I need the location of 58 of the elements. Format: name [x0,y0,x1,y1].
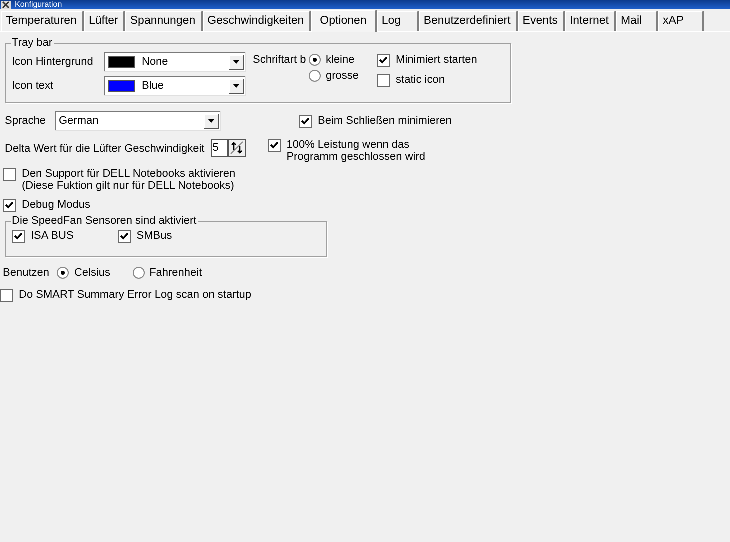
color-dropdown[interactable]: Blue [104,76,246,96]
radio-label: grosse [326,70,360,82]
tab[interactable]: Benutzerdefiniert [418,11,518,31]
radio-button[interactable] [309,70,321,82]
checkbox-label: Debug Modus [22,199,90,211]
dropdown-button[interactable] [204,114,219,128]
field-label: Icon text [12,80,55,92]
field-label: Sprache [5,115,47,127]
checkbox[interactable] [3,168,16,181]
language-dropdown[interactable]: German [55,111,221,131]
checkbox-label: SMBus [136,230,172,242]
radio-label: Celsius [74,267,111,279]
spin-button[interactable] [228,139,246,157]
checkbox-label: Minimiert starten [396,54,478,66]
checkbox[interactable] [377,54,390,67]
checkbox[interactable] [12,230,25,243]
color-dropdown[interactable]: None [104,52,246,72]
tab[interactable]: Temperaturen [1,11,84,31]
dropdown-button[interactable] [229,54,244,70]
group-title: Tray bar [11,37,54,49]
checkbox[interactable] [377,74,390,87]
tab[interactable]: Events [518,11,565,31]
checkbox-label: static icon [396,74,445,86]
note-text: (Diese Fuktion gilt nur für DELL Notebooks) [22,180,236,192]
checkbox-label: Beim Schließen minimieren [318,114,452,126]
tab[interactable]: Internet [564,11,616,31]
tab[interactable]: Mail [616,11,658,31]
window-title: Konfiguration [15,0,62,9]
radio-button[interactable] [57,267,70,279]
checkbox-label: 100% Leistung wenn das Programm geschlossen wird [286,139,426,163]
checkbox[interactable] [0,289,13,302]
tab[interactable]: Lüfter [84,11,126,31]
tab[interactable]: xAP [658,11,704,31]
field-label: Delta Wert für die Lüfter Geschwindigkeit [5,143,205,155]
caret-icon [233,60,240,64]
radio-button[interactable] [309,54,321,66]
radio-button[interactable] [132,267,145,279]
caret-icon [233,84,240,88]
checkbox[interactable] [118,230,131,243]
app-icon [1,1,11,9]
radio-label: Fahrenheit [150,267,202,279]
radio-label: kleine [326,54,355,66]
checkbox-label: Den Support für DELL Notebooks aktivieren [22,168,236,180]
checkbox-label: ISA BUS [31,230,74,242]
field-label: Schriftart b [253,54,308,66]
checkbox-label: Do SMART Summary Error Log scan on startup [19,289,252,301]
group-title: Die SpeedFan Sensoren sind aktiviert [11,215,198,227]
dropdown-button[interactable] [229,78,244,94]
field-label: Icon Hintergrund [12,56,94,68]
spin-field[interactable]: 5 [210,139,228,157]
checkbox[interactable] [299,114,312,128]
field-label: Benutzen [3,267,50,279]
tab[interactable]: Log [376,11,419,31]
caret-icon [208,119,215,123]
tab[interactable]: Optionen [311,10,377,32]
checkbox[interactable] [3,199,16,212]
checkbox[interactable] [268,139,281,152]
tab[interactable]: Spannungen [125,11,203,31]
